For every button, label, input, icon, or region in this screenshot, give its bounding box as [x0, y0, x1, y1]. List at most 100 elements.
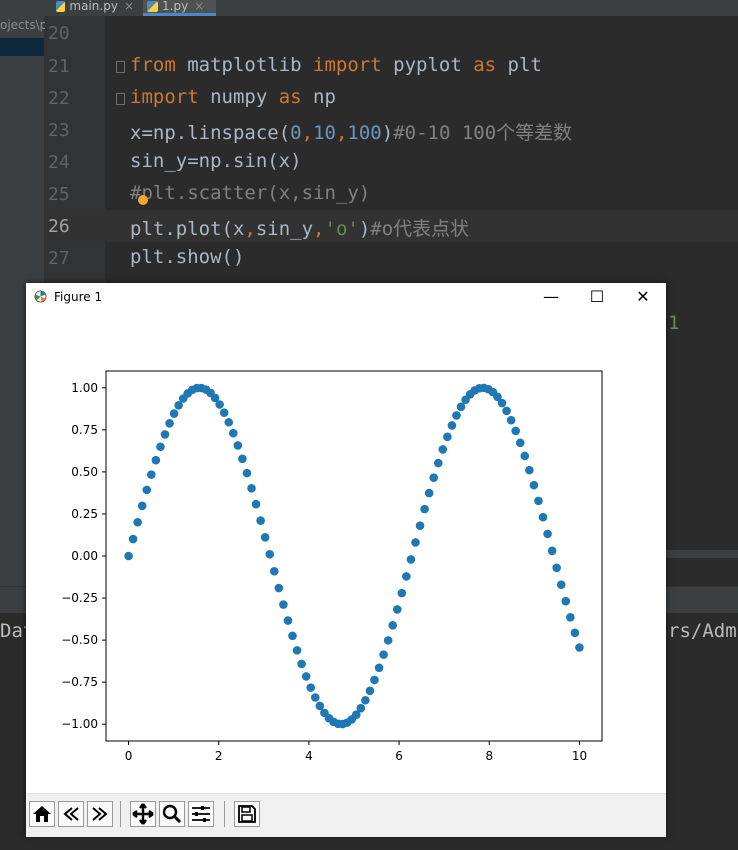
- home-button[interactable]: [29, 801, 55, 827]
- code-line-25[interactable]: #plt.scatter(x,sin_y): [130, 182, 370, 204]
- back-button[interactable]: [58, 801, 84, 827]
- data-point: [274, 583, 284, 593]
- matplotlib-logo-icon: [34, 290, 47, 303]
- minimize-button[interactable]: —: [541, 288, 561, 306]
- editor-scroll-strip: [666, 550, 738, 558]
- data-point: [142, 485, 152, 495]
- data-point: [456, 402, 466, 412]
- data-point: [433, 458, 443, 468]
- data-point: [538, 512, 548, 522]
- project-path: ojects\p: [0, 18, 48, 32]
- x-tick-label: 10: [572, 749, 587, 763]
- project-selected-item[interactable]: [0, 38, 44, 56]
- code-line-21[interactable]: from matplotlib import pyplot as plt: [130, 54, 542, 76]
- y-tick-label: 1.00: [71, 381, 98, 395]
- data-point: [383, 636, 393, 645]
- y-tick-label: 0.25: [71, 507, 98, 521]
- data-point: [379, 650, 388, 659]
- line-number: 21: [48, 56, 70, 77]
- data-point: [575, 643, 584, 652]
- data-point: [361, 695, 370, 705]
- data-point: [438, 445, 448, 454]
- scatter-plot[interactable]: 0 2 4 6 8 10 −1.00 −0.75 −0.50 −0.25 0.00 0.25 0.50…: [26, 311, 666, 793]
- tab-close-icon[interactable]: ×: [194, 0, 204, 12]
- editor-side-fragment: 1: [668, 312, 680, 334]
- data-point: [288, 631, 297, 641]
- python-file-icon: [147, 1, 158, 12]
- data-point: [365, 686, 375, 696]
- code-line-22[interactable]: import numpy as np: [130, 86, 336, 108]
- data-point: [310, 693, 320, 702]
- y-tick-label: −0.25: [61, 591, 98, 605]
- data-point: [374, 663, 384, 673]
- data-point: [169, 409, 179, 418]
- data-point: [151, 455, 161, 465]
- data-point: [306, 683, 316, 692]
- data-point: [165, 419, 174, 428]
- data-point: [147, 470, 156, 479]
- close-button[interactable]: ✕: [633, 288, 653, 306]
- configure-subplots-button[interactable]: [188, 801, 214, 827]
- x-tick-label: 8: [485, 749, 493, 763]
- data-point: [556, 580, 566, 589]
- data-point: [497, 398, 507, 408]
- data-point: [269, 566, 279, 576]
- editor-tab-bar: main.py × 1.py ×: [0, 0, 738, 17]
- data-point: [301, 672, 311, 681]
- data-point: [502, 406, 511, 416]
- zoom-icon: [162, 804, 182, 824]
- y-tick-label: 0.50: [71, 465, 98, 479]
- data-point: [529, 480, 539, 490]
- code-line-26[interactable]: plt.plot(x,sin_y,'o')#o代表点状: [130, 214, 469, 241]
- data-point: [251, 499, 261, 509]
- toolbar-separator: [224, 801, 225, 827]
- data-point: [388, 620, 398, 630]
- data-point: [543, 529, 552, 539]
- data-point: [561, 596, 571, 606]
- code-line-24[interactable]: sin_y=np.sin(x): [130, 150, 302, 172]
- fold-marker-icon[interactable]: [116, 61, 125, 73]
- forward-icon: [92, 807, 108, 821]
- data-point: [265, 549, 275, 559]
- data-point: [534, 496, 543, 506]
- data-point: [370, 675, 379, 685]
- data-point: [552, 563, 561, 573]
- tab-1-py[interactable]: 1.py ×: [143, 0, 216, 16]
- x-tick-label: 4: [305, 749, 313, 763]
- data-point: [525, 465, 534, 475]
- pan-button[interactable]: [130, 801, 156, 827]
- fold-marker-icon[interactable]: [116, 93, 125, 105]
- data-point: [215, 400, 224, 409]
- tab-label: main.py: [69, 0, 118, 13]
- tab-close-icon[interactable]: ×: [124, 0, 134, 12]
- tab-main-py[interactable]: main.py ×: [52, 0, 134, 16]
- data-point: [233, 441, 243, 450]
- data-point: [520, 451, 530, 461]
- python-file-icon: [56, 1, 66, 12]
- data-point: [156, 442, 165, 452]
- figure-title: Figure 1: [54, 290, 103, 304]
- data-point: [229, 428, 238, 438]
- figure-title-bar[interactable]: Figure 1 — ☐ ✕: [26, 283, 666, 311]
- zoom-button[interactable]: [159, 801, 185, 827]
- data-point: [506, 415, 516, 425]
- data-point: [297, 659, 306, 669]
- lightbulb-icon[interactable]: [138, 195, 148, 205]
- forward-button[interactable]: [87, 801, 113, 827]
- code-line-27[interactable]: plt.show(): [130, 246, 244, 268]
- y-tick-label: −0.50: [61, 633, 98, 647]
- y-tick-label: −0.75: [61, 675, 98, 689]
- data-point: [511, 426, 520, 436]
- data-point: [429, 473, 439, 482]
- data-point: [128, 534, 138, 544]
- maximize-button[interactable]: ☐: [587, 288, 607, 306]
- save-button[interactable]: [234, 801, 260, 827]
- data-point: [292, 646, 302, 655]
- save-icon: [238, 805, 256, 823]
- x-tick-label: 6: [395, 749, 403, 763]
- data-point: [356, 703, 366, 713]
- configure-subplots-icon: [192, 806, 210, 822]
- console-text-right: rs/Adm: [668, 620, 737, 642]
- code-line-23[interactable]: x=np.linspace(0,10,100)#0-10 100个等差数: [130, 118, 572, 145]
- data-point: [420, 504, 429, 514]
